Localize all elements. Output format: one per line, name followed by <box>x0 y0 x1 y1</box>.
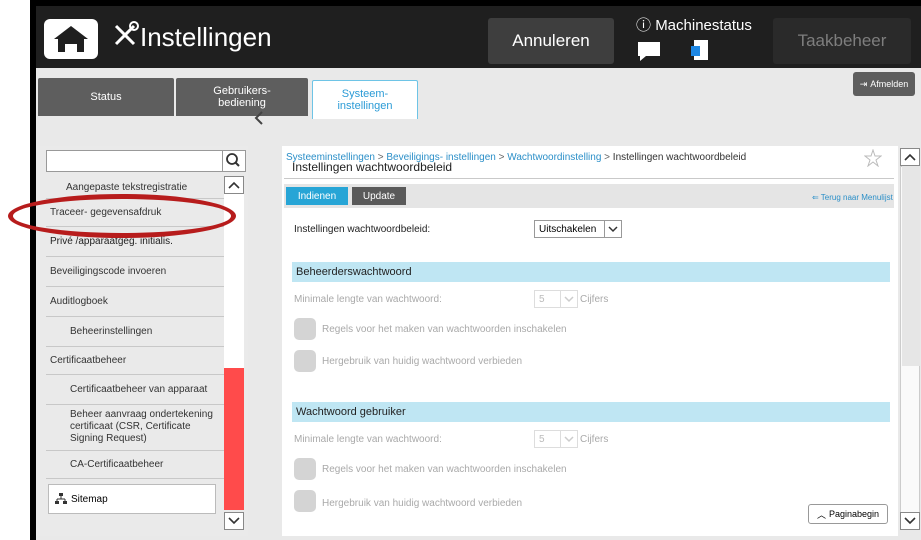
logout-label: Afmelden <box>870 79 909 89</box>
policy-select-value: Uitschakelen <box>539 223 597 235</box>
tab-status[interactable]: Status <box>38 78 174 116</box>
page-title: Instellingen <box>140 22 272 52</box>
admin-reuse-label: Hergebruik van huidig wachtwoord verbied… <box>322 356 523 367</box>
star-icon[interactable] <box>864 149 882 167</box>
highlight-oval <box>8 194 236 238</box>
user-min-length-value: 5 <box>539 433 545 445</box>
user-min-length-select: 5 <box>534 430 578 448</box>
machine-status[interactable]: ⓘ Machinestatus <box>636 14 752 35</box>
chevron-down-icon <box>904 517 916 525</box>
back-icon: ⇐ <box>812 193 819 202</box>
chevron-down-icon <box>560 291 577 307</box>
sidebar-item-ca-certificate[interactable]: CA-Certificaatbeheer <box>46 450 224 479</box>
policy-label: Instellingen wachtwoordbeleid: <box>294 224 431 235</box>
back-to-menu-link[interactable]: ⇐ Terug naar Menulijst <box>812 193 893 202</box>
sidebar-item-security-code[interactable]: Beveiligingscode invoeren <box>46 256 224 287</box>
breadcrumb-item-password-settings[interactable]: Wachtwoordinstelling <box>507 152 601 163</box>
sidebar-item-admin-settings[interactable]: Beheerinstellingen <box>46 316 224 347</box>
machine-status-label: Machinestatus <box>655 17 752 34</box>
admin-rules-checkbox <box>294 318 316 340</box>
info-icon: ⓘ <box>636 17 652 34</box>
document-status-icon[interactable] <box>690 38 710 62</box>
chevron-down-icon <box>604 221 621 237</box>
tab-system-settings[interactable]: Systeem- instellingen <box>312 80 418 119</box>
panel-title: Instellingen wachtwoordbeleid <box>292 160 453 174</box>
search-input[interactable] <box>46 150 228 172</box>
page-top-button[interactable]: ︿ Paginabegin <box>808 504 888 524</box>
user-reuse-label: Hergebruik van huidig wachtwoord verbied… <box>322 498 523 509</box>
admin-min-length-unit: Cijfers <box>580 294 609 305</box>
collapse-sidebar-icon[interactable] <box>252 108 266 128</box>
update-button[interactable]: Update <box>352 187 406 205</box>
title-divider <box>284 178 894 179</box>
sitemap-button[interactable]: Sitemap <box>48 484 216 514</box>
section-user-password: Wachtwoord gebruiker <box>292 402 890 422</box>
home-icon <box>54 26 88 52</box>
page-top-label: Paginabegin <box>828 509 880 519</box>
admin-rules-label: Regels voor het maken van wachtwoorden i… <box>322 324 567 335</box>
admin-reuse-checkbox <box>294 350 316 372</box>
chevron-up-icon: ︿ <box>816 509 826 520</box>
sidebar-item-csr[interactable]: Beheer aanvraag ondertekening certificaa… <box>46 404 224 451</box>
user-rules-label: Regels voor het maken van wachtwoorden i… <box>322 464 567 475</box>
search-button[interactable] <box>222 150 246 172</box>
chevron-up-icon <box>904 153 916 161</box>
admin-min-length-value: 5 <box>539 293 545 305</box>
main-scroll-up-button[interactable] <box>900 148 920 166</box>
breadcrumb-separator: > <box>604 152 611 163</box>
sidebar-item-certificate-management[interactable]: Certificaatbeheer <box>46 346 224 375</box>
logout-icon: ⇥ <box>859 78 868 89</box>
message-icon[interactable] <box>636 40 662 62</box>
search-icon <box>226 153 240 167</box>
chevron-down-icon <box>228 517 240 525</box>
home-button[interactable] <box>44 19 98 59</box>
user-reuse-checkbox <box>294 490 316 512</box>
tab-user-control[interactable]: Gebruikers- bediening <box>176 78 308 116</box>
user-min-length-label: Minimale lengte van wachtwoord: <box>294 434 442 445</box>
sitemap-icon <box>55 493 67 504</box>
user-rules-checkbox <box>294 458 316 480</box>
back-to-menu-label: Terug naar Menulijst <box>820 193 893 202</box>
chevron-up-icon <box>228 181 240 189</box>
main-scroll-down-button[interactable] <box>900 512 920 530</box>
sitemap-label: Sitemap <box>71 493 108 505</box>
logout-button[interactable]: ⇥ Afmelden <box>853 72 915 96</box>
main-scroll-thumb[interactable] <box>902 166 920 366</box>
policy-select[interactable]: Uitschakelen <box>534 220 622 238</box>
submit-button[interactable]: Indienen <box>286 187 348 205</box>
breadcrumb-current: Instellingen wachtwoordbeleid <box>612 152 747 163</box>
sidebar-item-audit-log[interactable]: Auditlogboek <box>46 286 224 317</box>
admin-min-length-label: Minimale lengte van wachtwoord: <box>294 294 442 305</box>
cancel-button[interactable]: Annuleren <box>488 18 614 64</box>
user-min-length-unit: Cijfers <box>580 434 609 445</box>
sidebar-scroll-up-button[interactable] <box>224 176 244 194</box>
sidebar-scroll-down-button[interactable] <box>224 512 244 530</box>
chevron-down-icon <box>560 431 577 447</box>
tools-icon <box>114 21 139 46</box>
sidebar-scroll-thumb[interactable] <box>224 368 244 510</box>
sidebar-item-device-certificate[interactable]: Certificaatbeheer van apparaat <box>46 374 224 405</box>
section-admin-password: Beheerderswachtwoord <box>292 262 890 282</box>
admin-min-length-select: 5 <box>534 290 578 308</box>
job-status-button[interactable]: Taakbeheer <box>773 18 911 64</box>
breadcrumb-separator: > <box>498 152 505 163</box>
